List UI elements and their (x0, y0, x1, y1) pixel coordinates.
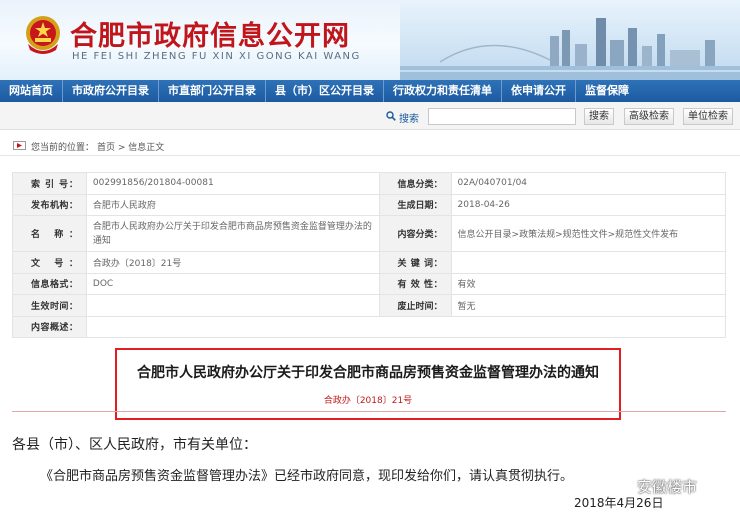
site-subtitle: HE FEI SHI ZHENG FU XIN XI GONG KAI WANG (72, 51, 361, 62)
wechat-icon (612, 479, 633, 494)
search-bar: 搜索 搜索 高级检索 单位检索 (0, 102, 740, 130)
breadcrumb-prefix: 您当前的位置： (31, 143, 95, 153)
site-title[interactable]: 合肥市政府信息公开网 (70, 14, 350, 53)
search-input[interactable] (428, 108, 576, 125)
meta-value: 合肥市人民政府 (85, 193, 380, 216)
meta-value: 有效 (450, 272, 727, 295)
meta-key: 文 号： (12, 251, 87, 274)
document-title-highlight: 合肥市人民政府办公厅关于印发合肥市商品房预售资金监督管理办法的通知 合政办〔20… (115, 348, 621, 420)
city-skyline-image (400, 0, 740, 80)
national-emblem-icon (26, 16, 60, 54)
meta-key: 内容分类： (378, 215, 452, 252)
meta-value: 02A/040701/04 (450, 172, 727, 195)
nav-item-city-catalog[interactable]: 市政府公开目录 (63, 80, 159, 102)
salutation: 各县（市）、区人民政府，市有关单位： (12, 437, 257, 453)
search-label: 搜索 (399, 114, 419, 125)
meta-key: 索 引 号： (12, 172, 87, 195)
meta-key: 废止时间： (378, 294, 452, 317)
nav-item-application[interactable]: 依申请公开 (502, 80, 576, 102)
meta-value: 合政办〔2018〕21号 (85, 251, 380, 274)
meta-key: 发布机构： (12, 193, 87, 216)
nav-item-county-catalog[interactable]: 县（市）区公开目录 (266, 80, 384, 102)
table-row: 文 号： 合政办〔2018〕21号 关 键 词： (12, 251, 727, 274)
advanced-search-button[interactable]: 高级检索 (624, 108, 674, 125)
nav-item-supervision[interactable]: 监督保障 (576, 80, 638, 102)
meta-key: 生效时间： (12, 294, 87, 317)
meta-value: 2018-04-26 (450, 193, 727, 216)
meta-key: 关 键 词： (378, 251, 452, 274)
meta-value: 002991856/201804-00081 (85, 172, 380, 195)
meta-value: 暂无 (450, 294, 727, 317)
table-row: 信息格式： DOC 有 效 性： 有效 (12, 272, 727, 295)
meta-value (450, 251, 727, 274)
document-title: 合肥市人民政府办公厅关于印发合肥市商品房预售资金监督管理办法的通知 (137, 365, 599, 381)
meta-key: 内容概述： (12, 315, 87, 338)
nav-item-department-catalog[interactable]: 市直部门公开目录 (159, 80, 266, 102)
meta-key: 生成日期： (378, 193, 452, 216)
watermark: 安徽楼市 (612, 476, 697, 497)
meta-key: 信息格式： (12, 272, 87, 295)
unit-search-button[interactable]: 单位检索 (683, 108, 733, 125)
meta-key: 信息分类： (378, 172, 452, 195)
location-icon (13, 141, 26, 150)
table-row: 名 称： 合肥市人民政府办公厅关于印发合肥市商品房预售资金监督管理办法的通知 内… (12, 215, 727, 252)
document-metadata-table: 索 引 号： 002991856/201804-00081 信息分类： 02A/… (12, 172, 727, 338)
breadcrumb-path[interactable]: 首页 > 信息正文 (97, 140, 164, 153)
meta-value (85, 294, 380, 317)
meta-value: 信息公开目录>政策法规>规范性文件>规范性文件发布 (450, 215, 727, 252)
search-icon (386, 111, 396, 121)
nav-item-power-list[interactable]: 行政权力和责任清单 (384, 80, 502, 102)
meta-value (85, 315, 727, 338)
main-nav: 网站首页 市政府公开目录 市直部门公开目录 县（市）区公开目录 行政权力和责任清… (0, 80, 740, 102)
table-row: 生效时间： 废止时间： 暂无 (12, 294, 727, 317)
table-row: 索 引 号： 002991856/201804-00081 信息分类： 02A/… (12, 172, 727, 195)
table-row: 内容概述： (12, 315, 727, 338)
breadcrumb: 您当前的位置： 首页 > 信息正文 (0, 134, 740, 156)
document-number: 合政办〔2018〕21号 (323, 396, 413, 406)
nav-item-home[interactable]: 网站首页 (0, 80, 63, 102)
meta-key: 有 效 性： (378, 272, 452, 295)
site-header: 合肥市政府信息公开网 HE FEI SHI ZHENG FU XIN XI GO… (0, 0, 740, 80)
meta-key: 名 称： (12, 215, 87, 252)
meta-value: 合肥市人民政府办公厅关于印发合肥市商品房预售资金监督管理办法的通知 (85, 215, 380, 252)
search-button[interactable]: 搜索 (584, 108, 614, 125)
meta-value: DOC (85, 272, 380, 295)
body-paragraph: 《合肥市商品房预售资金监督管理办法》已经市政府同意，现印发给你们，请认真贯彻执行… (40, 469, 574, 484)
section-divider (12, 411, 726, 412)
watermark-text: 安徽楼市 (637, 478, 698, 496)
table-row: 发布机构： 合肥市人民政府 生成日期： 2018-04-26 (12, 193, 727, 216)
